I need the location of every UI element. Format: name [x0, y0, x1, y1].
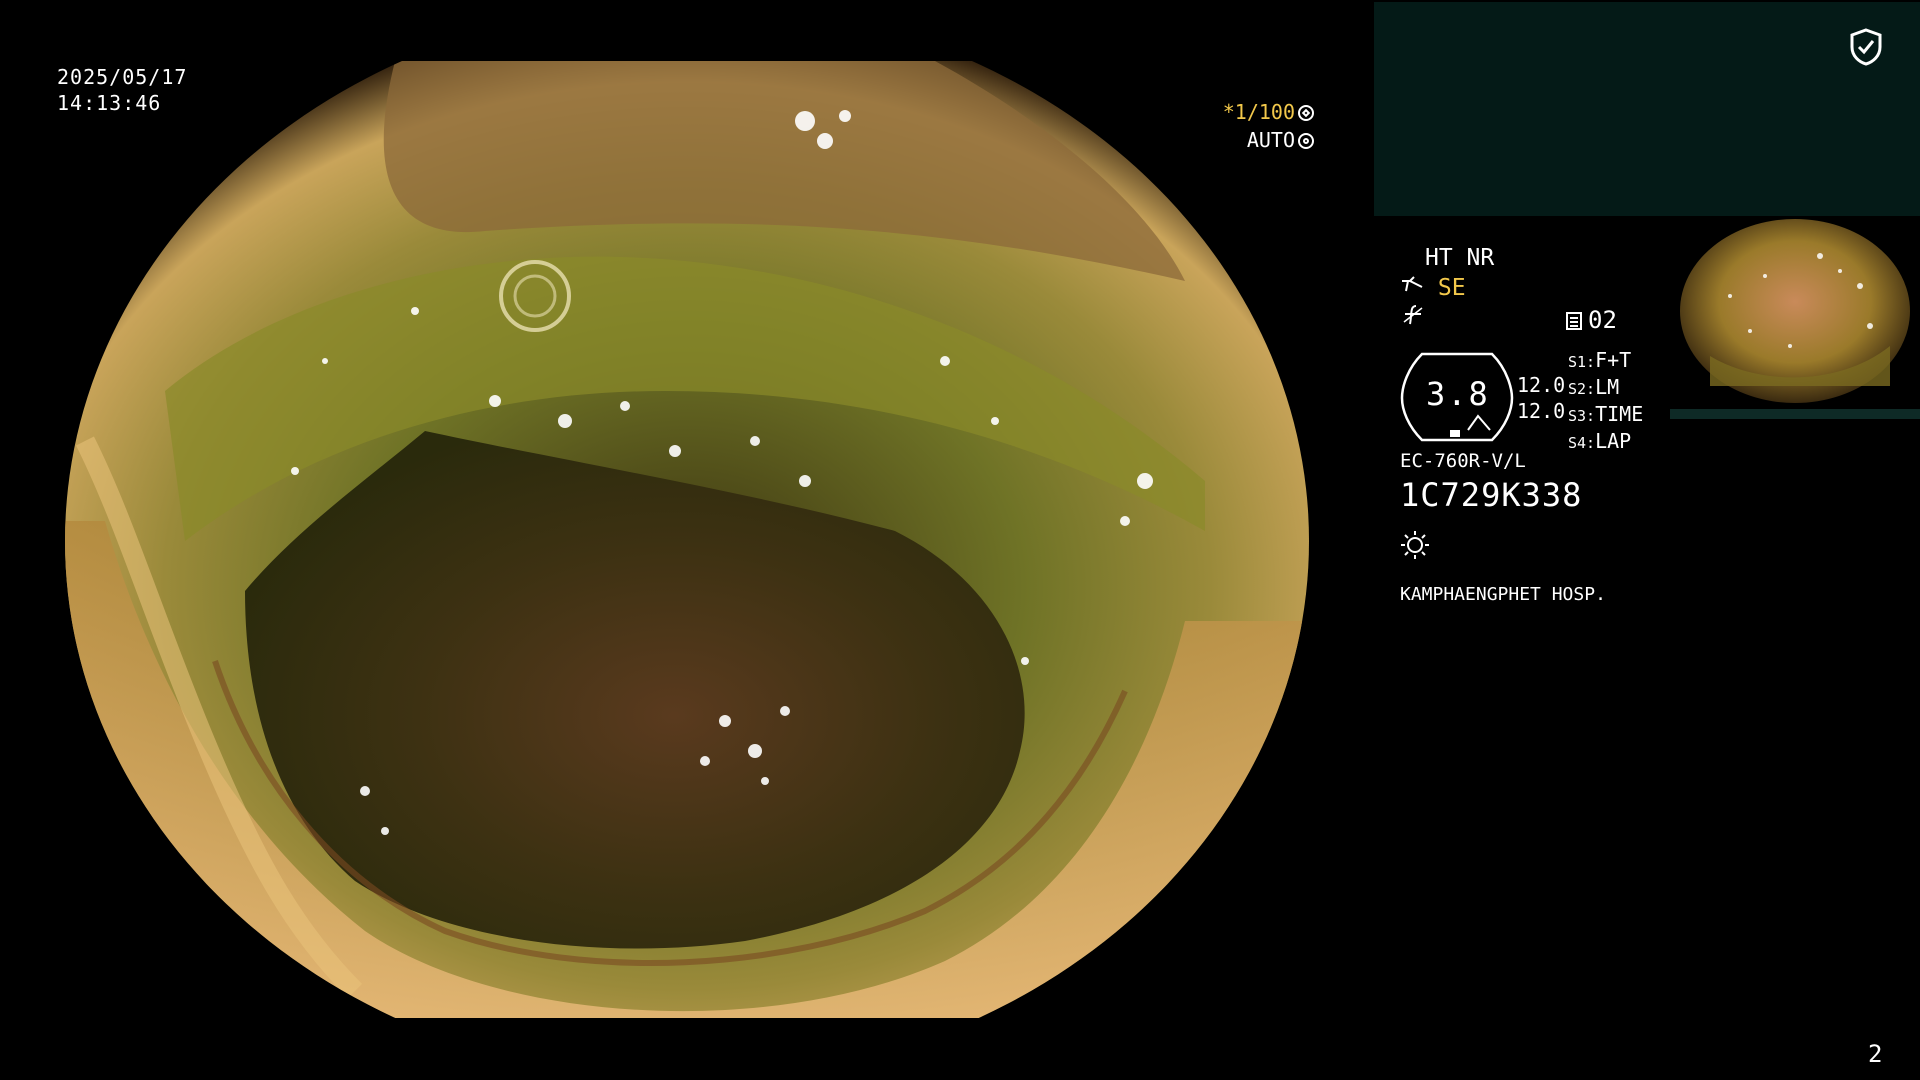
- switch-value: LAP: [1595, 429, 1632, 453]
- light-source-icon: [1400, 530, 1430, 564]
- shutter-icon: [1298, 105, 1314, 121]
- switch-row: S4:LAP: [1568, 429, 1643, 456]
- date-text: 2025/05/17: [57, 65, 188, 89]
- top-info-panel: [1374, 2, 1920, 216]
- se-row: SE: [1400, 274, 1466, 302]
- switch-row: S2:LM: [1568, 375, 1643, 402]
- switch-key: S2:: [1568, 380, 1596, 398]
- switch-key: S4:: [1568, 434, 1596, 452]
- switch-key: S3:: [1568, 407, 1596, 425]
- serial-number: 1C729K338: [1400, 476, 1583, 514]
- zoom-value: 3.8: [1426, 375, 1490, 413]
- captured-image-thumbnail[interactable]: [1670, 216, 1920, 416]
- signal-icon: f: [1402, 304, 1426, 332]
- switch-value: F+T: [1595, 348, 1632, 372]
- time-text: 14:13:46: [57, 91, 162, 115]
- setting-2: 12.0: [1517, 399, 1566, 423]
- switch-assignments: S1:F+T S2:LM S3:TIME S4:LAP: [1568, 348, 1643, 456]
- shutter-row: *1/100: [1223, 98, 1314, 126]
- switch-value: TIME: [1595, 402, 1644, 426]
- exposure-info: *1/100 AUTO: [1223, 98, 1314, 154]
- document-icon: [1566, 312, 1582, 330]
- switch-row: S3:TIME: [1568, 402, 1643, 429]
- switch-row: S1:F+T: [1568, 348, 1643, 375]
- endoscopic-view: [65, 61, 1310, 1018]
- scope-model: EC-760R-V/L: [1400, 450, 1526, 472]
- mode-label: HT NR: [1425, 245, 1495, 271]
- frame-counter: 02: [1566, 306, 1617, 334]
- page-number: 2: [1868, 1040, 1883, 1068]
- exposure-mode: AUTO: [1246, 128, 1295, 152]
- switch-key: S1:: [1568, 353, 1596, 371]
- thumbnail-caption-strip: [1670, 404, 1920, 419]
- shield-check-icon: [1849, 28, 1883, 70]
- auto-exposure-icon: [1298, 133, 1314, 149]
- hospital-name: KAMPHAENGPHET HOSP.: [1400, 584, 1606, 605]
- switch-value: LM: [1595, 375, 1620, 399]
- shutter-speed: 1/100: [1234, 100, 1295, 124]
- camera-icon: [1400, 275, 1438, 301]
- setting-1: 12.0: [1517, 373, 1566, 397]
- exposure-row: AUTO: [1223, 126, 1314, 154]
- frame-count-value: 02: [1588, 306, 1617, 334]
- datetime-display: 2025/05/17 14:13:46: [57, 64, 187, 116]
- se-label: SE: [1437, 275, 1466, 301]
- shutter-prefix: *: [1222, 100, 1235, 124]
- settings-values: 12.0 12.0: [1517, 372, 1565, 424]
